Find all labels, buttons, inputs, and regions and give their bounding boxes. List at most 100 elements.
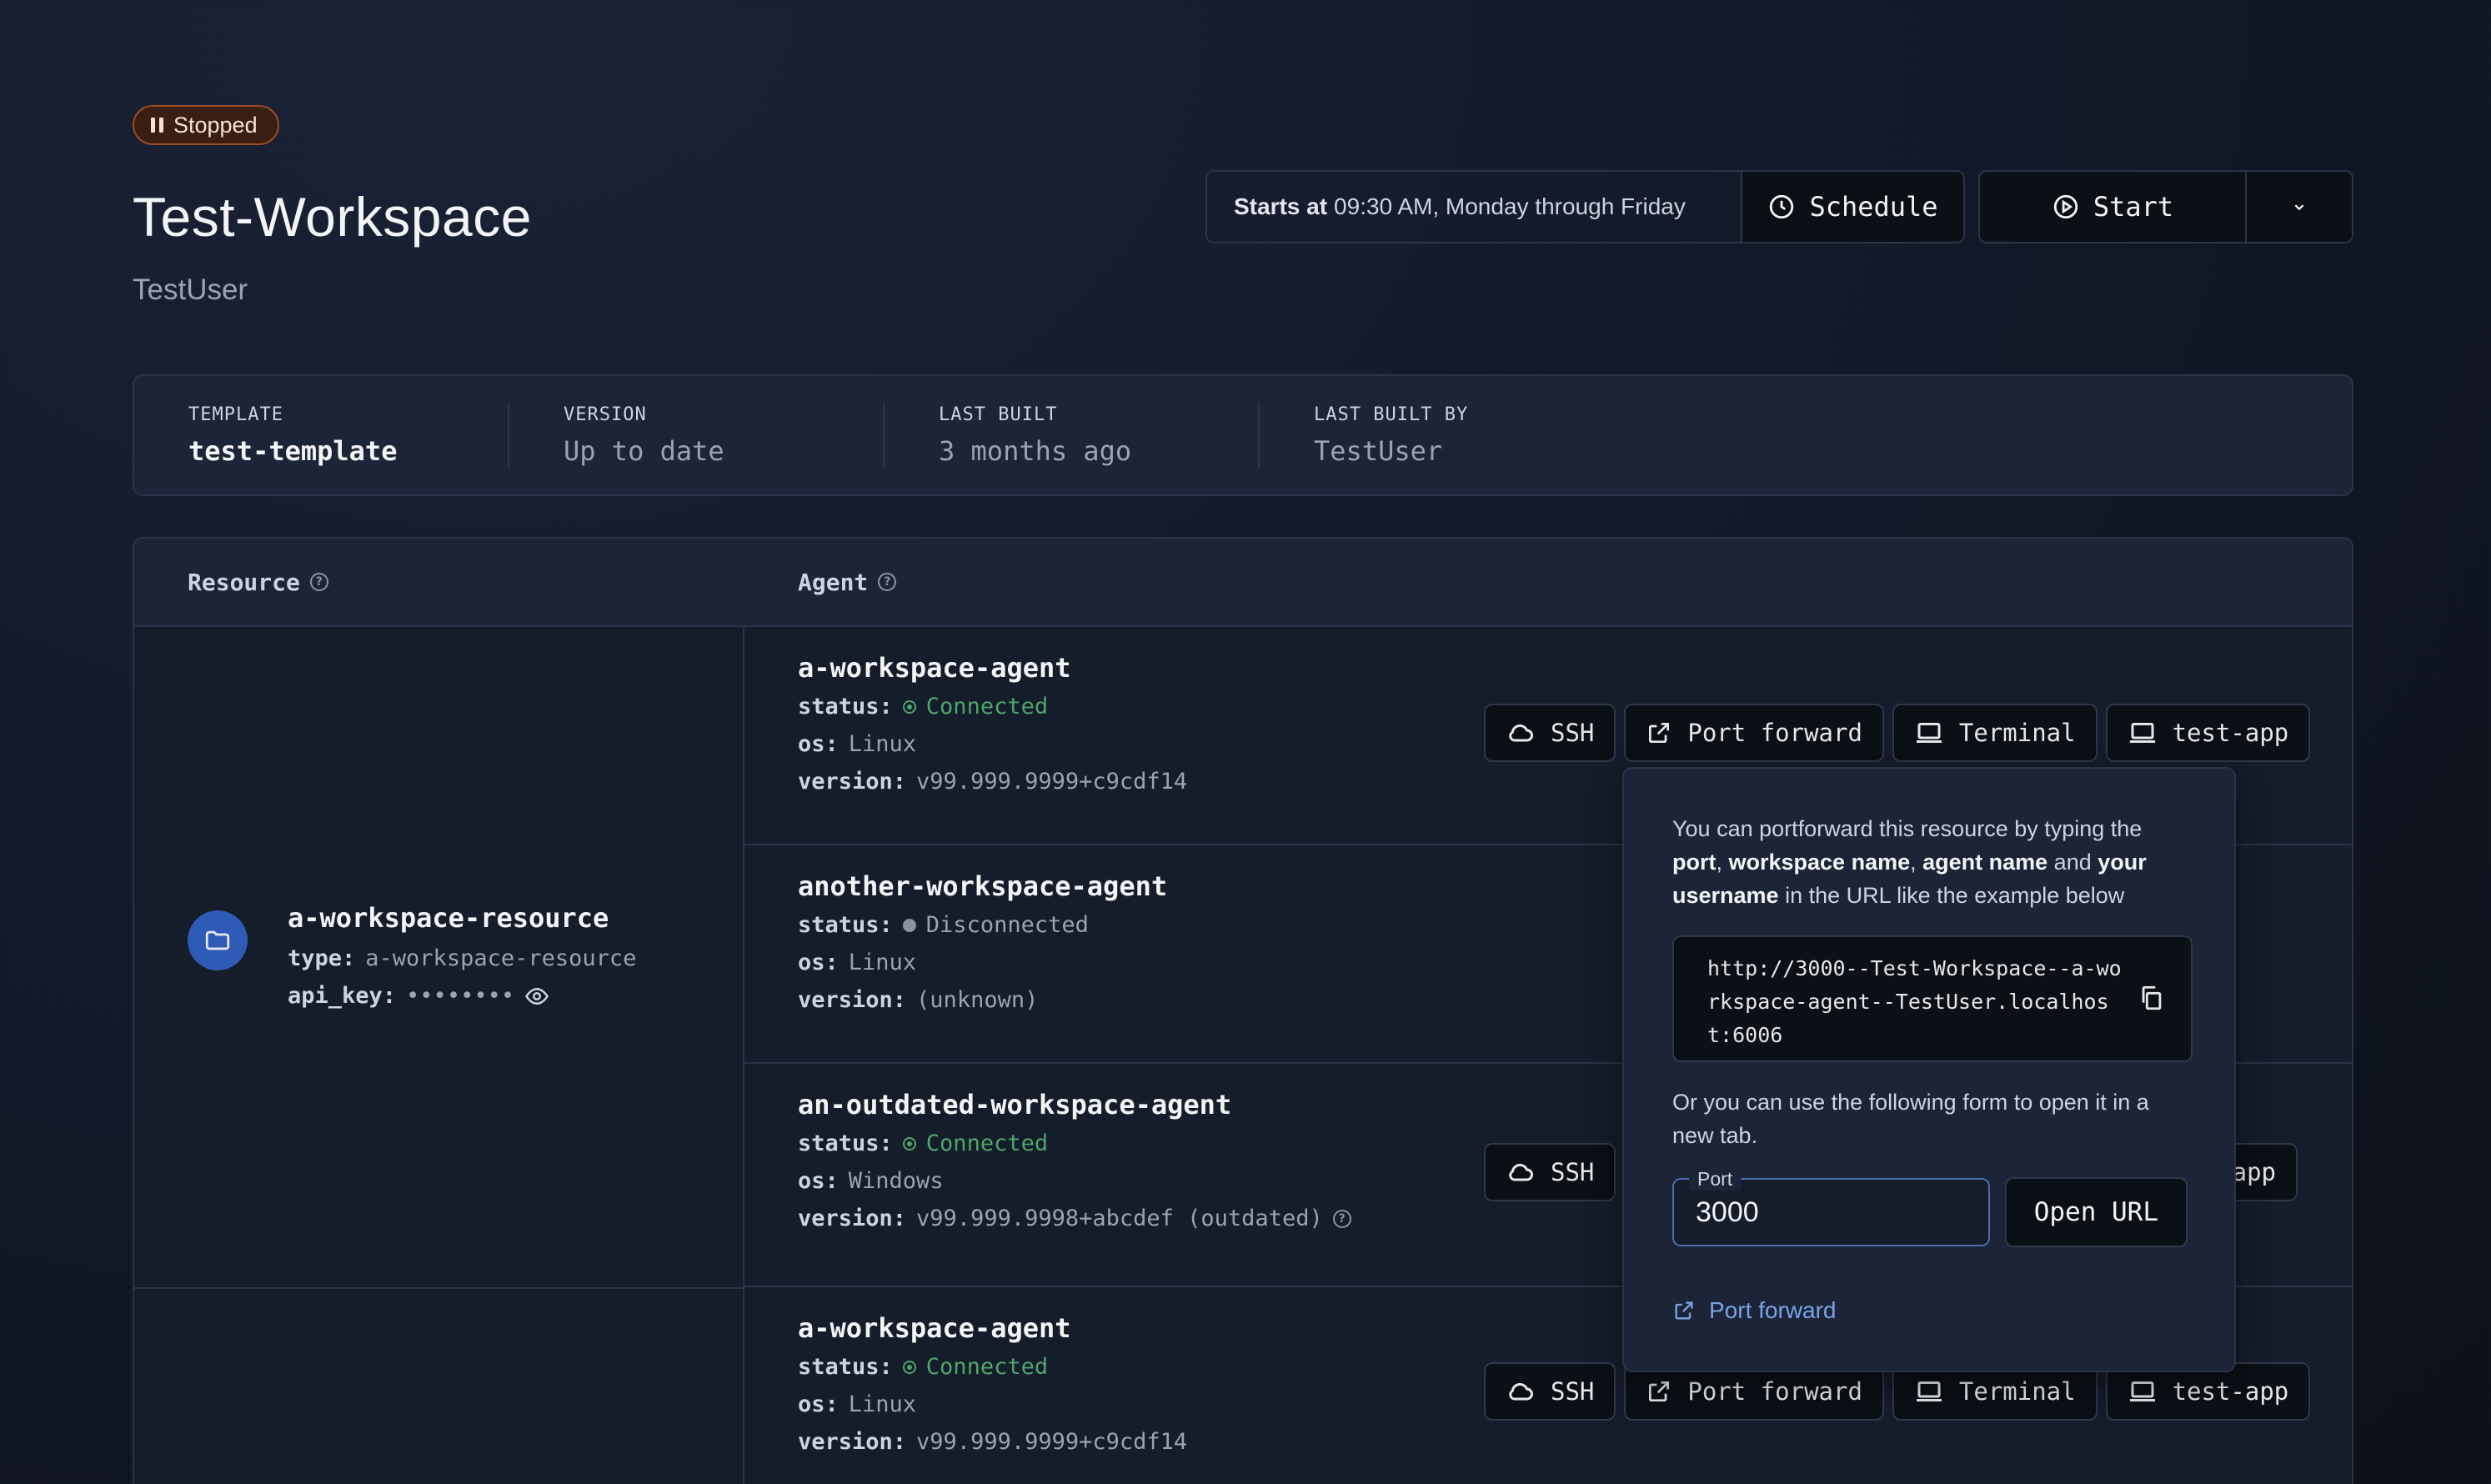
os-value: Windows — [848, 1168, 944, 1194]
schedule-text: 09:30 AM, Monday through Friday — [1334, 193, 1686, 219]
cloud-icon — [1509, 1163, 1533, 1181]
info-value: Up to date — [564, 434, 724, 467]
disconnected-icon — [902, 918, 916, 932]
version-value: (unknown) — [916, 987, 1039, 1013]
schedule-info: Starts at 09:30 AM, Monday through Frida… — [1207, 172, 1742, 242]
column-agent: Agent ? — [798, 568, 897, 596]
connected-icon — [902, 699, 916, 714]
info-template: TEMPLATE test-template — [134, 402, 509, 469]
connected-icon — [902, 1360, 916, 1374]
pause-icon — [151, 118, 163, 133]
info-label: LAST BUILT BY — [1314, 404, 1469, 425]
agent-version: version: v99.999.9999+c9cdf14 — [798, 1429, 2352, 1455]
text-run: You can portforward this resource by typ… — [1672, 816, 2143, 841]
meta-label: os: — [798, 1168, 839, 1194]
info-label: TEMPLATE — [188, 404, 283, 425]
port-form: Port Open URL — [1672, 1168, 2188, 1247]
status-value: Connected — [925, 694, 1049, 719]
play-circle-icon — [2053, 194, 2078, 219]
meta-label: type: — [288, 945, 356, 971]
folder-icon — [188, 910, 248, 970]
start-options-button[interactable] — [2247, 172, 2352, 242]
status-label: Stopped — [173, 112, 258, 138]
version-value: v99.999.9999+c9cdf14 — [916, 769, 1188, 795]
ssh-label: SSH — [1551, 719, 1595, 747]
terminal-button[interactable]: Terminal — [1892, 704, 2098, 762]
status-value: Connected — [925, 1131, 1049, 1156]
clock-icon — [1770, 194, 1794, 219]
masked-value: •••••••• — [406, 983, 515, 1009]
port-forward-popover: You can portforward this resource by typ… — [1622, 767, 2236, 1372]
meta-label: os: — [798, 950, 839, 975]
info-last-built: LAST BUILT 3 months ago — [885, 402, 1260, 469]
workspace-info-strip: TEMPLATE test-template VERSION Up to dat… — [133, 374, 2353, 496]
schedule-group: Starts at 09:30 AM, Monday through Frida… — [1205, 170, 1965, 243]
version-value: v99.999.9998+abcdef (outdated) — [916, 1206, 1323, 1231]
help-icon[interactable]: ? — [309, 573, 328, 591]
text-run: , — [1910, 850, 1923, 875]
text-run: , — [1716, 850, 1729, 875]
row-divider — [134, 1287, 743, 1289]
port-forward-button[interactable]: Port forward — [1624, 704, 1884, 762]
start-button[interactable]: Start — [1980, 172, 2247, 242]
schedule-prefix: Starts at — [1234, 193, 1328, 219]
laptop-icon — [1916, 723, 1942, 743]
meta-label: status: — [798, 694, 893, 719]
os-value: Linux — [848, 950, 917, 975]
status-value: Disconnected — [925, 912, 1089, 938]
table-header: Resource ? Agent ? — [134, 539, 2352, 627]
open-url-button[interactable]: Open URL — [2004, 1177, 2188, 1247]
template-link[interactable]: test-template — [188, 435, 508, 467]
ssh-button[interactable]: SSH — [1484, 704, 1616, 762]
schedule-button-label: Schedule — [1809, 191, 1938, 223]
meta-label: version: — [798, 1429, 907, 1455]
status-value: Connected — [925, 1354, 1049, 1380]
port-forward-link[interactable]: Port forward — [1672, 1297, 2188, 1324]
ssh-button[interactable]: SSH — [1484, 1143, 1616, 1201]
meta-label: status: — [798, 1354, 893, 1380]
info-value: TestUser — [1314, 434, 1443, 467]
meta-label: version: — [798, 769, 907, 795]
eye-icon[interactable] — [524, 984, 549, 1009]
chevron-down-icon — [2294, 204, 2304, 211]
port-forward-label: Port forward — [1687, 1377, 1862, 1406]
meta-label: version: — [798, 1206, 907, 1231]
agent-actions: SSH Port forward Terminal test-app — [1484, 704, 2311, 762]
resource-item: a-workspace-resource type: a-workspace-r… — [188, 902, 636, 1020]
app-label: test-app — [2172, 1377, 2289, 1406]
ssh-button[interactable]: SSH — [1484, 1362, 1616, 1421]
start-group: Start — [1978, 170, 2353, 243]
external-link-icon — [1649, 1381, 1670, 1401]
app-label: app — [2232, 1158, 2276, 1186]
ssh-label: SSH — [1551, 1158, 1595, 1186]
os-value: Linux — [848, 1391, 917, 1417]
page-title: Test-Workspace — [133, 186, 532, 248]
ssh-label: SSH — [1551, 1377, 1595, 1406]
app-button[interactable]: test-app — [2105, 704, 2311, 762]
column-agent-label: Agent — [798, 568, 869, 596]
copy-icon[interactable] — [2138, 984, 2166, 1012]
agent-name: a-workspace-agent — [798, 652, 1071, 684]
meta-label: os: — [798, 731, 839, 757]
cloud-icon — [1509, 1382, 1533, 1401]
port-field: Port — [1672, 1168, 1990, 1246]
help-icon[interactable]: ? — [878, 573, 897, 591]
port-input[interactable] — [1696, 1196, 1962, 1229]
text-strong: port — [1672, 850, 1717, 875]
start-button-label: Start — [2093, 191, 2174, 223]
schedule-button[interactable]: Schedule — [1742, 172, 1963, 242]
resource-api-key: api_key: •••••••• — [288, 983, 636, 1009]
external-link-icon — [1675, 1301, 1693, 1320]
text-run: in the URL like the example below — [1778, 883, 2125, 908]
help-icon[interactable]: ? — [1332, 1209, 1351, 1228]
laptop-icon — [1916, 1381, 1942, 1401]
column-resource-label: Resource — [188, 568, 300, 596]
app-label: test-app — [2172, 719, 2289, 747]
example-url: http://3000--Test-Workspace--a-workspace… — [1707, 956, 2122, 1047]
external-link-icon — [1649, 723, 1670, 743]
popover-description: You can portforward this resource by typ… — [1672, 812, 2188, 912]
meta-label: status: — [798, 1131, 893, 1156]
status-badge: Stopped — [133, 105, 279, 145]
meta-value: a-workspace-resource — [365, 945, 637, 971]
meta-label: api_key: — [288, 983, 397, 1009]
